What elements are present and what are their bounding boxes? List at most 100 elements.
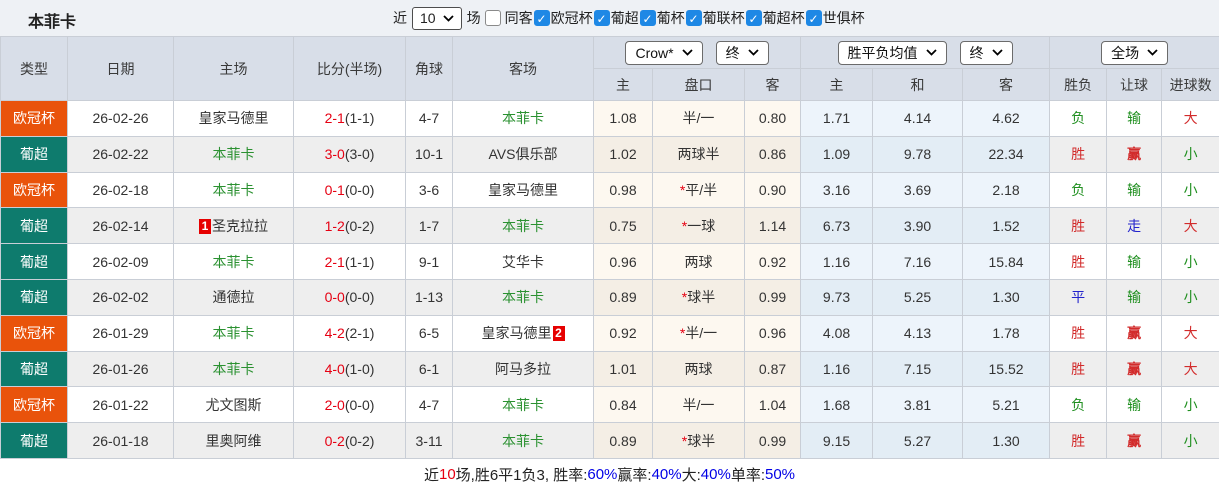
asia-handicap: 半/一 <box>652 100 745 137</box>
away-team: 阿马多拉 <box>452 350 594 388</box>
away-team: 皇家马德里 2 <box>452 314 594 352</box>
away-team-name: 本菲卡 <box>502 110 544 127</box>
asia-home-odds: 1.02 <box>593 135 653 173</box>
avg-home-odds: 4.08 <box>800 314 874 352</box>
avg-away-odds: 5.21 <box>962 386 1051 424</box>
home-team: 里奥阿维 <box>173 422 294 459</box>
fulltime-score: 2-1 <box>324 253 345 270</box>
recent-count-select[interactable]: 10 <box>412 6 462 30</box>
checkbox-icon[interactable]: ✓ <box>745 10 762 26</box>
checkbox-icon[interactable]: ✓ <box>533 10 550 26</box>
avg-draw-odds: 9.78 <box>872 135 964 173</box>
league-filter-欧冠杯[interactable]: ✓ 欧冠杯 <box>533 8 593 28</box>
avg-away-odds: 1.52 <box>962 207 1051 245</box>
checkbox-icon[interactable]: ✓ <box>639 10 656 26</box>
page-title: 本菲卡 <box>28 14 77 31</box>
result-handicap: 输 <box>1106 243 1163 280</box>
red-card-badge: 1 <box>199 218 211 234</box>
scope-select[interactable]: 全场 <box>1101 40 1169 65</box>
halftime-score: (1-1) <box>344 253 375 270</box>
away-team-name: AVS俱乐部 <box>488 146 558 163</box>
fulltime-score: 1-2 <box>324 217 345 234</box>
league-badge: 欧冠杯 <box>0 171 68 209</box>
score: 0-2(0-2) <box>293 422 406 459</box>
league-badge: 欧冠杯 <box>0 314 68 352</box>
result-goals: 小 <box>1161 422 1219 459</box>
league-filter-label: 葡超 <box>610 10 639 26</box>
bookmaker-time-select[interactable]: 终 <box>715 40 769 65</box>
away-team: AVS俱乐部 <box>452 135 594 173</box>
summary-segment: 40% <box>700 466 731 484</box>
home-team-name: 皇家马德里 <box>198 110 269 127</box>
result-goals: 大 <box>1161 314 1219 352</box>
asia-away-odds: 0.90 <box>743 171 802 209</box>
checkbox-icon[interactable]: ✓ <box>685 10 702 26</box>
col-header-date: 日期 <box>67 36 174 101</box>
league-badge: 葡超 <box>0 207 68 245</box>
league-filter-世俱杯[interactable]: ✓ 世俱杯 <box>805 8 865 28</box>
asia-away-odds: 0.99 <box>743 278 802 316</box>
away-team-name: 艾华卡 <box>502 253 544 270</box>
col-header-away: 客场 <box>452 36 594 101</box>
league-badge: 葡超 <box>0 278 68 316</box>
checkbox-icon[interactable]: ✓ <box>805 10 822 26</box>
avg-home-odds: 1.16 <box>800 350 874 388</box>
star-icon: * <box>681 432 688 449</box>
avg-home-odds: 1.09 <box>800 135 874 173</box>
avg-draw-odds: 4.14 <box>872 100 964 137</box>
asia-away-odds: 1.14 <box>743 207 802 245</box>
avg-away-odds: 1.30 <box>962 422 1051 459</box>
avg-home-odds: 9.15 <box>800 422 874 459</box>
league-filter-group: ✓ 欧冠杯 ✓ 葡超 ✓ 葡杯 ✓ 葡联杯 ✓ 葡超杯 ✓ 世俱杯 <box>533 8 865 28</box>
league-filter-label: 葡杯 <box>656 10 685 26</box>
star-icon: * <box>679 181 686 198</box>
sub-header-outcome: 胜负 <box>1049 68 1108 101</box>
match-date: 26-01-18 <box>67 422 174 459</box>
corners: 3-6 <box>405 171 453 209</box>
star-icon: * <box>679 325 686 342</box>
halftime-score: (3-0) <box>344 146 375 163</box>
match-date: 26-02-26 <box>67 100 174 137</box>
away-team: 本菲卡 <box>452 278 594 316</box>
bookmaker-select[interactable]: Crow* <box>625 40 703 65</box>
home-team-name: 本菲卡 <box>212 181 255 198</box>
summary-segment: 40% <box>651 466 682 484</box>
away-team-name: 本菲卡 <box>502 432 544 449</box>
summary-segment: 赢率: <box>617 467 652 485</box>
avg-draw-odds: 5.25 <box>872 278 964 316</box>
recent-suffix-label: 场 <box>466 10 481 26</box>
fulltime-score: 0-2 <box>324 432 345 449</box>
table-row: 欧冠杯 26-02-18 本菲卡 0-1(0-0) 3-6 皇家马德里 0.98 *平/半 0.… <box>0 171 1219 209</box>
asia-home-odds: 1.01 <box>593 350 653 388</box>
asia-away-odds: 0.96 <box>743 314 802 352</box>
avg-odds-select[interactable]: 胜平负均值 <box>837 40 947 65</box>
league-filter-label: 世俱杯 <box>822 10 865 26</box>
halftime-score: (1-0) <box>344 360 375 377</box>
league-filter-葡杯[interactable]: ✓ 葡杯 <box>639 8 685 28</box>
chevron-down-icon <box>442 14 454 22</box>
avg-time-select[interactable]: 终 <box>959 40 1013 65</box>
asia-home-odds: 0.84 <box>593 386 653 424</box>
same-opponent-label[interactable]: 同客 <box>505 8 533 28</box>
same-opponent-checkbox[interactable] <box>484 10 501 26</box>
away-team: 皇家马德里 <box>452 171 594 209</box>
chevron-down-icon <box>681 49 693 56</box>
league-filter-label: 葡联杯 <box>702 10 745 26</box>
result-outcome: 胜 <box>1049 350 1108 388</box>
away-team: 艾华卡 <box>452 243 594 280</box>
match-date: 26-02-22 <box>67 135 174 173</box>
league-filter-葡联杯[interactable]: ✓ 葡联杯 <box>685 8 745 28</box>
result-handicap: 赢 <box>1106 135 1163 173</box>
result-outcome: 胜 <box>1049 314 1108 352</box>
league-badge: 葡超 <box>0 422 68 459</box>
corners: 4-7 <box>405 100 453 137</box>
avg-draw-odds: 3.90 <box>872 207 964 245</box>
star-icon: * <box>681 289 688 306</box>
table-row: 葡超 26-02-14 1 圣克拉拉 1-2(0-2) 1-7 本菲卡 0.75 *一球 1.14… <box>0 207 1219 245</box>
checkbox-icon[interactable]: ✓ <box>593 10 610 26</box>
league-filter-葡超[interactable]: ✓ 葡超 <box>593 8 639 28</box>
result-outcome: 负 <box>1049 100 1108 137</box>
score: 3-0(3-0) <box>293 135 406 173</box>
league-filter-葡超杯[interactable]: ✓ 葡超杯 <box>745 8 805 28</box>
asia-odds-section: Crow* 终 <box>592 36 802 69</box>
